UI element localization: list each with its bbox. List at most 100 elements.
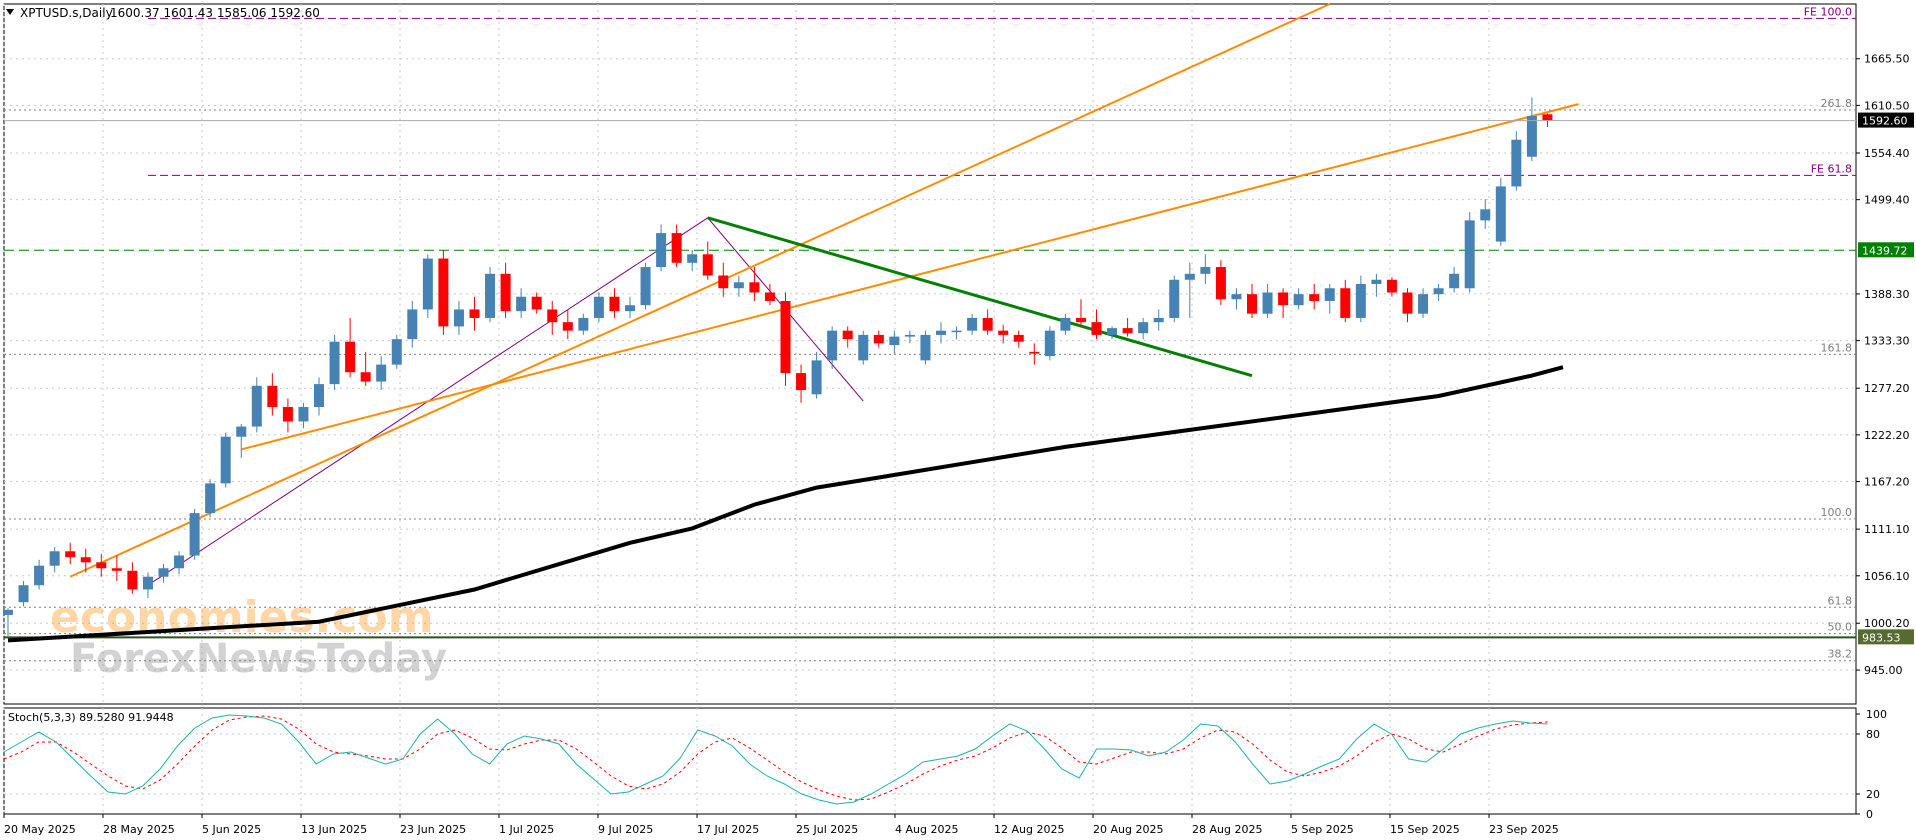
date-tick-label: 23 Jun 2025: [400, 823, 466, 836]
candle-body: [1060, 317, 1071, 331]
candle-body: [251, 385, 262, 427]
candle-body: [205, 483, 216, 514]
candle-body: [236, 426, 247, 437]
price-tick-label: 1222.20: [1864, 429, 1910, 442]
level-label: 61.8: [1828, 594, 1853, 607]
date-tick-label: 28 May 2025: [103, 823, 175, 836]
level-label: 38.2: [1828, 648, 1853, 661]
candle-body: [1247, 294, 1257, 314]
candle-body: [733, 282, 744, 289]
candle-body: [1542, 114, 1553, 121]
candle-body: [453, 309, 464, 327]
candle-body: [1386, 279, 1397, 293]
date-tick-label: 17 Jul 2025: [697, 823, 759, 836]
candle-body: [1464, 220, 1475, 289]
level-price-tag-text: 1439.72: [1862, 244, 1908, 257]
candle-body: [904, 334, 915, 337]
ohlc-values: 1600.37 1601.43 1585.06 1592.60: [110, 6, 320, 20]
candle-body: [749, 282, 760, 293]
candle-body: [1278, 292, 1289, 306]
candle-body: [578, 317, 589, 331]
candle-body: [796, 373, 807, 391]
candle-body: [827, 330, 838, 361]
candle-body: [49, 551, 60, 566]
candle-body: [1526, 116, 1537, 157]
candle-body: [593, 296, 604, 318]
candle-body: [500, 273, 511, 312]
price-tick-label: 1388.30: [1864, 288, 1910, 301]
candle-body: [127, 570, 138, 590]
candle-body: [438, 258, 449, 327]
candle-body: [1169, 279, 1180, 318]
price-tick-label: 1610.50: [1864, 99, 1910, 112]
date-tick-label: 20 May 2025: [4, 823, 76, 836]
price-tick-label: 1056.10: [1864, 570, 1910, 583]
candle-body: [640, 267, 651, 306]
level-label: 100.0: [1821, 506, 1853, 519]
candle-body: [329, 341, 340, 385]
candle-body: [485, 273, 496, 318]
price-tick-label: 1333.30: [1864, 335, 1910, 348]
candle-body: [920, 334, 931, 361]
watermark-line2: ForexNewsToday: [70, 636, 447, 682]
candle-body: [1371, 279, 1382, 284]
candle-body: [1262, 292, 1273, 314]
price-tick-label: 1277.20: [1864, 382, 1910, 395]
candle-body: [1231, 294, 1242, 300]
stoch-tick-label: 20: [1866, 788, 1880, 801]
candle-body: [1433, 288, 1444, 295]
candle-body: [609, 296, 620, 312]
stoch-tick-label: 80: [1866, 728, 1880, 741]
candle-body: [625, 305, 635, 312]
candle-body: [1340, 288, 1351, 318]
candle-body: [811, 360, 822, 395]
price-tick-label: 1499.40: [1864, 194, 1910, 207]
candle-body: [189, 513, 200, 556]
date-tick-label: 20 Aug 2025: [1093, 823, 1163, 836]
candle-body: [96, 562, 107, 569]
candle-body: [1107, 328, 1118, 335]
chart-window: economies.com ForexNewsToday FE 100.0 261…: [0, 0, 1916, 840]
candle-body: [936, 330, 946, 335]
candle-body: [1480, 209, 1491, 221]
stoch-tick-label: 0: [1866, 808, 1873, 821]
candle-body: [174, 555, 185, 569]
candle-body: [65, 551, 76, 558]
candle-body: [951, 330, 962, 333]
candle-body: [407, 309, 418, 340]
date-tick-label: 4 Aug 2025: [895, 823, 958, 836]
date-tick-label: 5 Jun 2025: [202, 823, 261, 836]
candle-body: [764, 292, 775, 301]
candle-body: [858, 334, 869, 361]
candle-body: [360, 372, 371, 382]
candle-body: [562, 322, 573, 331]
candle-body: [998, 330, 1009, 335]
level-label: 161.8: [1821, 341, 1853, 354]
date-tick-label: 28 Aug 2025: [1192, 823, 1262, 836]
candle-body: [889, 336, 900, 346]
candle-body: [1402, 292, 1413, 314]
candle-body: [1122, 328, 1133, 334]
date-tick-label: 9 Jul 2025: [598, 823, 653, 836]
price-tick-label: 1554.40: [1864, 147, 1910, 160]
candle-body: [780, 300, 791, 374]
candle-body: [1418, 294, 1429, 314]
candle-body: [267, 385, 278, 408]
candle-body: [1293, 294, 1304, 306]
candle-body: [1324, 288, 1335, 301]
date-tick-label: 13 Jun 2025: [301, 823, 367, 836]
candle-body: [158, 568, 169, 577]
date-tick-label: 5 Sep 2025: [1291, 823, 1354, 836]
candle-body: [34, 565, 45, 586]
candle-body: [1215, 267, 1226, 300]
candle-body: [18, 585, 29, 603]
stoch-tick-label: 100: [1866, 708, 1887, 721]
candle-body: [142, 576, 153, 590]
candle-body: [282, 407, 293, 422]
level-label: 50.0: [1828, 621, 1853, 634]
level-label: FE 100.0: [1804, 5, 1852, 18]
candle-body: [1029, 351, 1040, 354]
date-tick-label: 23 Sep 2025: [1489, 823, 1559, 836]
symbol-label: XPTUSD.s,Daily: [20, 6, 113, 20]
candle-body: [656, 233, 667, 268]
